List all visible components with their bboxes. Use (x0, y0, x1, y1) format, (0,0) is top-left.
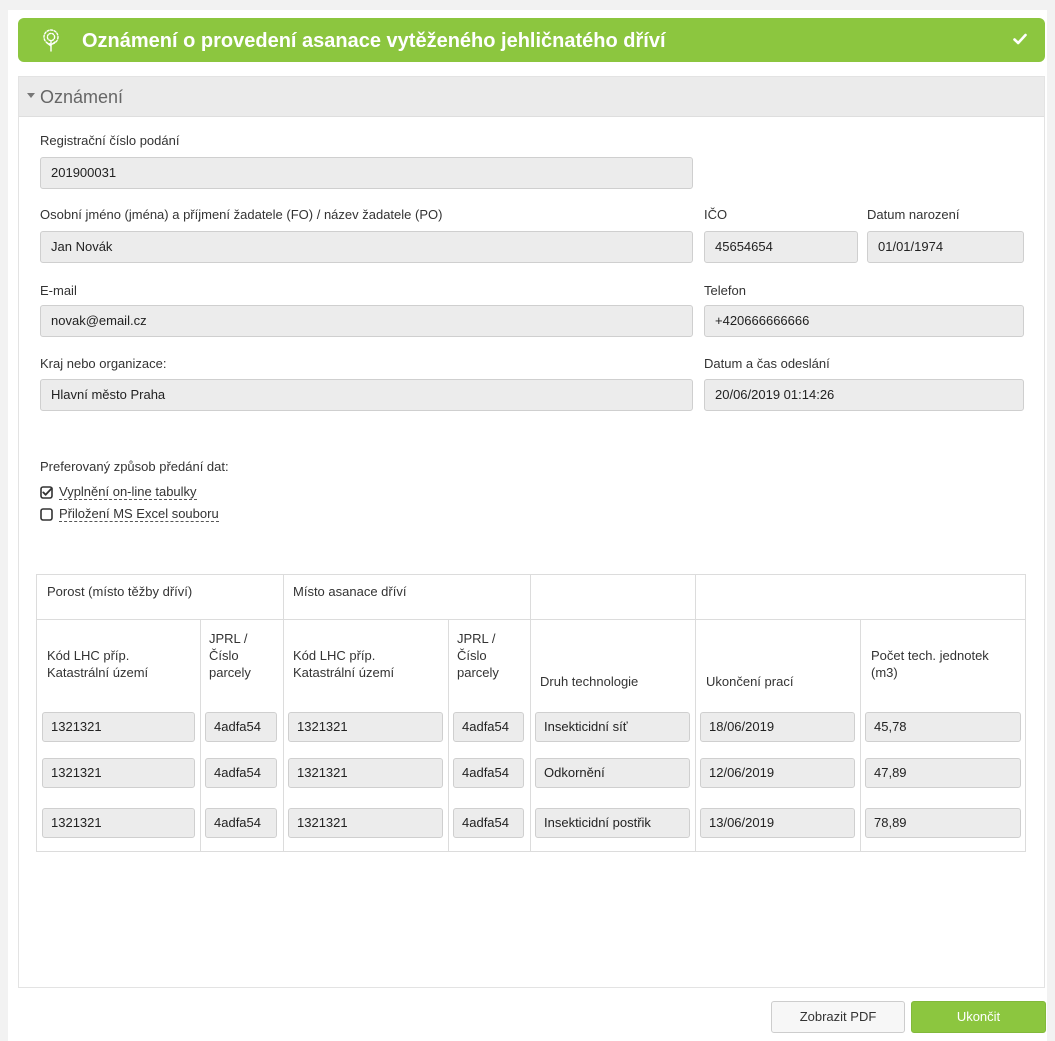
transfer-option-online-label[interactable]: Vyplnění on-line tabulky (59, 485, 197, 500)
registration-number-label: Registrační číslo podání (40, 133, 180, 148)
cell-jprl[interactable]: 4adfa54 (205, 808, 277, 838)
group-header-misto-asanace: Místo asanace dříví (293, 584, 407, 599)
phone-label: Telefon (704, 283, 746, 298)
cell-kod-lhc-asanace[interactable]: 1321321 (288, 712, 443, 742)
show-pdf-button[interactable]: Zobrazit PDF (771, 1001, 905, 1033)
cell-pocet-jednotek[interactable]: 45,78 (865, 712, 1021, 742)
cell-ukonceni-praci[interactable]: 13/06/2019 (700, 808, 855, 838)
tree-icon (43, 29, 59, 52)
birth-date-field[interactable]: 01/01/1974 (867, 231, 1024, 263)
region-field[interactable]: Hlavní město Praha (40, 379, 693, 411)
cell-ukonceni-praci[interactable]: 12/06/2019 (700, 758, 855, 788)
applicant-name-label: Osobní jméno (jména) a příjmení žadatele… (40, 207, 443, 222)
page-title: Oznámení o provedení asanace vytěženého … (82, 30, 666, 52)
transfer-option-excel-label[interactable]: Přiložení MS Excel souboru (59, 507, 219, 522)
table-divider (530, 575, 531, 851)
group-header-porost: Porost (místo těžby dříví) (47, 584, 193, 599)
applicant-name-field[interactable]: Jan Novák (40, 231, 693, 263)
cell-druh-technologie[interactable]: Odkornění (535, 758, 690, 788)
cell-jprl-asanace[interactable]: 4adfa54 (453, 712, 524, 742)
cell-jprl-asanace[interactable]: 4adfa54 (453, 758, 524, 788)
cell-kod-lhc[interactable]: 1321321 (42, 758, 195, 788)
phone-field[interactable]: +420666666666 (704, 305, 1024, 337)
column-header-jprl: JPRL / Číslo parcely (209, 631, 251, 680)
caret-down-icon (27, 93, 35, 98)
column-header-kod-lhc-asanace: Kód LHC příp. Katastrální území (293, 648, 395, 680)
column-header-ukonceni-praci: Ukončení prací (706, 674, 794, 689)
section-header-oznameni[interactable]: Oznámení (19, 77, 1044, 117)
column-header-druh-technologie: Druh technologie (540, 674, 639, 689)
sent-datetime-field[interactable]: 20/06/2019 01:14:26 (704, 379, 1024, 411)
finish-button[interactable]: Ukončit (911, 1001, 1046, 1033)
transfer-method-label: Preferovaný způsob předání dat: (40, 459, 229, 474)
table-divider (283, 575, 284, 851)
ico-field[interactable]: 45654654 (704, 231, 858, 263)
cell-jprl[interactable]: 4adfa54 (205, 712, 277, 742)
registration-number-field[interactable]: 201900031 (40, 157, 693, 189)
email-label: E-mail (40, 283, 77, 298)
cell-jprl[interactable]: 4adfa54 (205, 758, 277, 788)
birth-date-label: Datum narození (867, 207, 960, 222)
table-divider (200, 619, 201, 851)
ico-label: IČO (704, 207, 728, 222)
checkbox-unchecked-icon[interactable] (40, 508, 53, 521)
cell-kod-lhc-asanace[interactable]: 1321321 (288, 758, 443, 788)
email-field[interactable]: novak@email.cz (40, 305, 693, 337)
table-divider (448, 619, 449, 851)
check-icon[interactable] (1013, 33, 1027, 45)
section-title: Oznámení (40, 87, 124, 107)
checkbox-checked-icon[interactable] (40, 486, 53, 499)
transfer-option-online[interactable]: Vyplnění on-line tabulky (40, 485, 197, 500)
cell-druh-technologie[interactable]: Insekticidní postřik (535, 808, 690, 838)
page-header[interactable]: Oznámení o provedení asanace vytěženého … (18, 18, 1045, 62)
cell-pocet-jednotek[interactable]: 47,89 (865, 758, 1021, 788)
cell-druh-technologie[interactable]: Insekticidní síť (535, 712, 690, 742)
asanace-table: Porost (místo těžby dříví) Místo asanace… (36, 574, 1026, 852)
cell-kod-lhc[interactable]: 1321321 (42, 808, 195, 838)
cell-pocet-jednotek[interactable]: 78,89 (865, 808, 1021, 838)
cell-ukonceni-praci[interactable]: 18/06/2019 (700, 712, 855, 742)
column-header-kod-lhc: Kód LHC příp. Katastrální území (47, 648, 149, 680)
table-divider (860, 619, 861, 851)
transfer-option-excel[interactable]: Přiložení MS Excel souboru (40, 507, 219, 522)
column-header-jprl-asanace: JPRL / Číslo parcely (457, 631, 499, 680)
cell-kod-lhc[interactable]: 1321321 (42, 712, 195, 742)
form-panel: Oznámení Registrační číslo podání 201900… (18, 76, 1045, 988)
column-header-pocet-jednotek: Počet tech. jednotek (m3) (871, 648, 989, 680)
table-divider (695, 575, 696, 851)
table-divider (37, 619, 1025, 620)
cell-kod-lhc-asanace[interactable]: 1321321 (288, 808, 443, 838)
sent-datetime-label: Datum a čas odeslání (704, 356, 830, 371)
region-label: Kraj nebo organizace: (40, 356, 167, 371)
cell-jprl-asanace[interactable]: 4adfa54 (453, 808, 524, 838)
